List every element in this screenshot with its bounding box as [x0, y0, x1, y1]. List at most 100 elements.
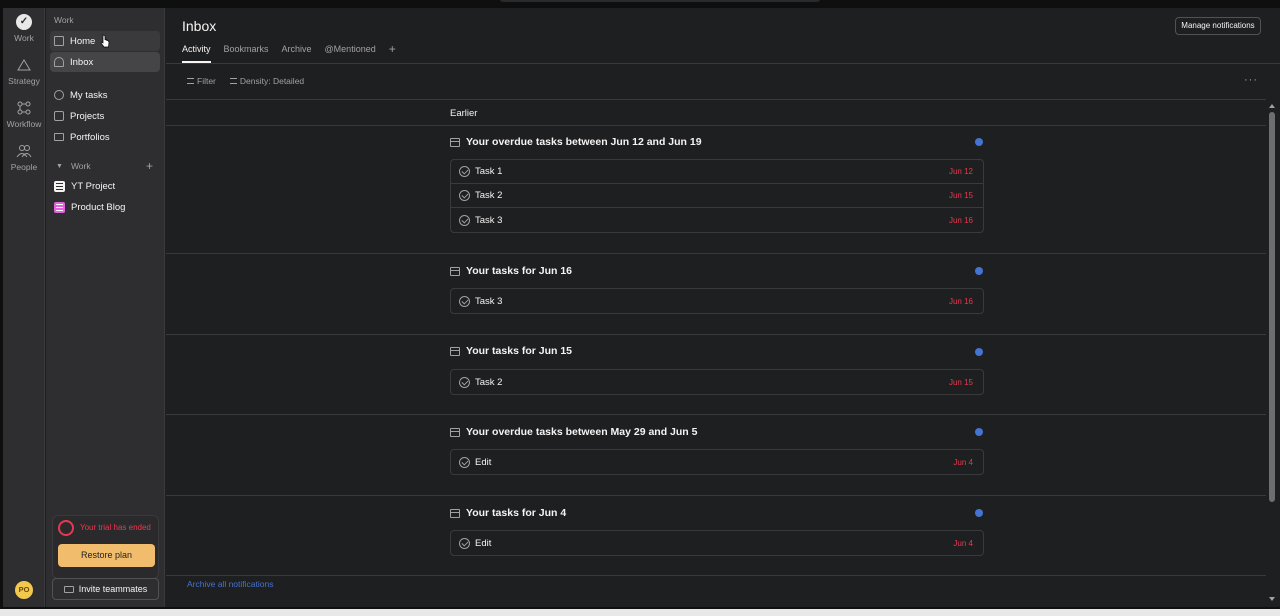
avatar[interactable]: PO [15, 581, 33, 599]
window-bottom-edge [0, 607, 1280, 616]
notification-title[interactable]: Your tasks for Jun 15 [450, 345, 572, 357]
sidebar-item-portfolios[interactable]: Portfolios [50, 127, 160, 147]
archive-all-link[interactable]: Archive all notifications [187, 579, 273, 589]
rail-work[interactable]: ✓ Work [3, 14, 45, 43]
sidebar: Work Home Inbox My tasks Projects Portfo… [46, 8, 165, 607]
sidebar-item-label: Portfolios [70, 131, 110, 143]
unread-dot[interactable] [975, 348, 983, 356]
filter-icon [187, 78, 194, 84]
tab-bookmarks[interactable]: Bookmarks [224, 44, 269, 62]
filter-label: Filter [197, 76, 216, 86]
unread-dot[interactable] [975, 509, 983, 517]
notification-title[interactable]: Your tasks for Jun 16 [450, 265, 572, 277]
window-top-bar [0, 0, 1280, 8]
task-card: Task 1 Jun 12 Task 2 Jun 15 Task 3 Jun 1… [450, 159, 984, 233]
window-bottom-line [0, 607, 1280, 609]
checkmark-circle-icon[interactable] [459, 376, 470, 388]
tab-activity[interactable]: Activity [182, 44, 211, 63]
unread-dot[interactable] [975, 428, 983, 436]
task-card: Task 3 Jun 16 [450, 288, 984, 314]
divider [166, 414, 1266, 415]
unread-dot[interactable] [975, 267, 983, 275]
mouse-cursor-icon [100, 34, 110, 48]
check-circle-icon [54, 90, 64, 100]
divider [166, 63, 1280, 64]
sidebar-item-my-tasks[interactable]: My tasks [50, 85, 160, 105]
task-row[interactable]: Task 2 Jun 15 [451, 370, 983, 394]
checkmark-circle-icon[interactable] [459, 456, 470, 468]
scrollbar-thumb[interactable] [1269, 112, 1275, 502]
clipboard-icon [54, 111, 64, 121]
workspace-label: Work [54, 15, 74, 25]
task-due-date: Jun 15 [948, 377, 973, 387]
project-icon [54, 201, 65, 213]
rail-people[interactable]: People [3, 143, 45, 172]
folder-icon [54, 133, 64, 141]
invite-teammates-button[interactable]: Invite teammates [52, 578, 159, 600]
tab-mentioned[interactable]: @Mentioned [325, 44, 376, 62]
task-name: Task 3 [475, 295, 503, 307]
project-icon [54, 180, 65, 192]
task-due-date: Jun 12 [948, 167, 973, 176]
task-row[interactable]: Task 2 Jun 15 [451, 184, 983, 208]
task-name: Task 2 [475, 190, 503, 201]
add-project-button[interactable]: + [146, 159, 153, 173]
scroll-up-icon[interactable] [1269, 104, 1275, 108]
tab-archive[interactable]: Archive [282, 44, 312, 62]
sidebar-item-inbox[interactable]: Inbox [50, 52, 160, 72]
trial-text: Your trial has ended [80, 523, 151, 532]
checkmark-circle-icon[interactable] [459, 214, 470, 226]
manage-notifications-button[interactable]: Manage notifications [1175, 17, 1261, 35]
sidebar-item-label: Inbox [70, 56, 94, 68]
task-row[interactable]: Edit Jun 4 [451, 531, 983, 555]
sidebar-section-work[interactable]: ▼ Work [50, 156, 160, 176]
unread-dot[interactable] [975, 138, 983, 146]
filter-button[interactable]: Filter [187, 76, 216, 86]
page-title: Inbox [182, 18, 217, 34]
divider [166, 334, 1266, 335]
checkmark-circle-icon[interactable] [459, 166, 470, 177]
notification-title-text: Your overdue tasks between May 29 and Ju… [466, 426, 698, 438]
more-options-button[interactable]: ··· [1244, 74, 1258, 86]
task-card: Task 2 Jun 15 [450, 369, 984, 395]
workflow-icon [17, 101, 31, 115]
sidebar-item-yt-project[interactable]: YT Project [50, 176, 160, 196]
add-tab-button[interactable]: + [389, 42, 396, 62]
sidebar-item-label: Projects [70, 110, 105, 122]
task-row[interactable]: Task 3 Jun 16 [451, 289, 983, 313]
restore-plan-button[interactable]: Restore plan [58, 544, 155, 567]
scroll-down-icon[interactable] [1269, 597, 1275, 601]
rail-strategy[interactable]: Strategy [3, 57, 45, 86]
inbox-main: Inbox Manage notifications Activity Book… [166, 8, 1280, 607]
invite-label: Invite teammates [78, 584, 148, 594]
checkmark-circle-icon[interactable] [459, 537, 470, 549]
inbox-toolbar: Filter Density: Detailed [187, 76, 304, 86]
checkmark-circle-icon[interactable] [459, 295, 470, 307]
task-row[interactable]: Task 1 Jun 12 [451, 160, 983, 184]
rail-label: Strategy [8, 76, 40, 86]
density-icon [229, 78, 237, 84]
section-label-earlier: Earlier [450, 108, 478, 119]
task-card: Edit Jun 4 [450, 449, 984, 475]
mail-icon [63, 585, 74, 593]
task-due-date: Jun 15 [948, 191, 973, 200]
task-due-date: Jun 16 [948, 296, 973, 306]
divider [166, 99, 1266, 100]
sidebar-item-product-blog[interactable]: Product Blog [50, 197, 160, 217]
density-button[interactable]: Density: Detailed [229, 76, 304, 86]
rail-label: People [10, 162, 38, 172]
home-icon [54, 36, 64, 46]
task-card: Edit Jun 4 [450, 530, 984, 556]
task-name: Edit [475, 537, 492, 549]
task-name: Task 2 [475, 376, 503, 388]
task-row[interactable]: Task 3 Jun 16 [451, 208, 983, 232]
bell-icon [54, 57, 64, 67]
sidebar-item-projects[interactable]: Projects [50, 106, 160, 126]
calendar-icon [450, 346, 460, 356]
notification-title[interactable]: Your tasks for Jun 4 [450, 507, 566, 519]
notification-title[interactable]: Your overdue tasks between Jun 12 and Ju… [450, 136, 702, 148]
notification-title[interactable]: Your overdue tasks between May 29 and Ju… [450, 426, 697, 438]
checkmark-circle-icon[interactable] [459, 190, 470, 201]
rail-workflow[interactable]: Workflow [3, 100, 45, 129]
task-row[interactable]: Edit Jun 4 [451, 450, 983, 474]
